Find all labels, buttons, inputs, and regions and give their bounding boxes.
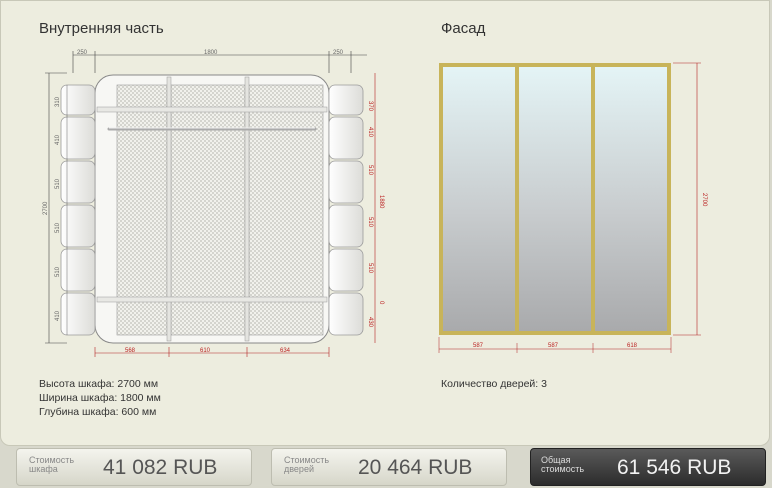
left-dim-total: 2700 — [43, 201, 49, 215]
right-dim-6: 0 — [378, 301, 384, 305]
right-dim-2: 1880 — [378, 195, 384, 209]
right-dimension: 370 410 1880 510 510 510 0 430 — [367, 73, 384, 343]
bottom-dim-2: 634 — [280, 348, 291, 354]
doors-price-label: Стоимость дверей — [284, 455, 330, 474]
right-dim-4: 510 — [367, 217, 373, 228]
configurator-panel: Внутренняя часть Фасад 250 1800 250 2700… — [0, 0, 770, 446]
doors-price-value: 20 464 RUB — [358, 456, 473, 479]
bottom-dim-1: 610 — [200, 348, 211, 354]
total-price-value: 61 546 RUB — [617, 456, 732, 479]
top-dim-middle: 1800 — [204, 50, 218, 56]
top-dimension: 250 1800 250 — [72, 50, 367, 73]
facade-dim-height: 2700 — [701, 193, 707, 207]
facade-dim-2: 618 — [627, 343, 638, 349]
total-price-box: Общая стоимость 61 546 RUB — [530, 448, 766, 486]
right-dim-3: 510 — [367, 165, 373, 176]
cabinet-body — [60, 74, 364, 344]
spec-width: Ширина шкафа: 1800 мм — [39, 392, 161, 404]
cabinet-specs: Высота шкафа: 2700 мм Ширина шкафа: 1800… — [39, 377, 161, 419]
door-panel-3 — [595, 67, 667, 331]
right-dim-1: 410 — [367, 127, 373, 138]
doors-price-box: Стоимость дверей 20 464 RUB — [271, 448, 507, 486]
left-dim-2: 510 — [55, 178, 61, 189]
right-dim-0: 370 — [367, 101, 373, 112]
facade-dim-1: 587 — [548, 343, 559, 349]
left-dim-5: 410 — [55, 310, 61, 321]
spec-depth: Глубина шкафа: 600 мм — [39, 406, 157, 418]
facade-drawing: 2700 587 587 618 — [438, 62, 707, 353]
left-dim-0: 310 — [55, 96, 61, 107]
facade-title: Фасад — [441, 20, 486, 37]
top-dim-right: 250 — [333, 50, 344, 56]
facade-bottom-dimension: 587 587 618 — [438, 337, 672, 353]
facade-height-dimension: 2700 — [673, 62, 707, 336]
right-dim-5: 510 — [367, 263, 373, 274]
interior-title: Внутренняя часть — [39, 20, 164, 37]
left-dim-1: 410 — [55, 134, 61, 145]
cabinet-price-box: Стоимость шкафа 41 082 RUB — [16, 448, 252, 486]
spec-height: Высота шкафа: 2700 мм — [39, 378, 159, 390]
left-dim-4: 510 — [55, 266, 61, 277]
doors-count: Количество дверей: 3 — [441, 378, 547, 390]
door-panel-1 — [443, 67, 515, 331]
left-dim-3: 510 — [55, 222, 61, 233]
interior-drawing: 250 1800 250 2700 310 410 510 510 510 41… — [43, 50, 384, 357]
cabinet-price-value: 41 082 RUB — [103, 456, 218, 479]
door-panel-2 — [519, 67, 591, 331]
total-price-label: Общая стоимость — [541, 455, 585, 474]
bottom-dimension: 568 610 634 — [94, 347, 330, 357]
top-dim-left: 250 — [77, 50, 88, 56]
bottom-dim-0: 568 — [125, 348, 136, 354]
facade-dim-0: 587 — [473, 343, 484, 349]
right-dim-7: 430 — [367, 317, 373, 328]
cabinet-price-label: Стоимость шкафа — [29, 455, 75, 474]
